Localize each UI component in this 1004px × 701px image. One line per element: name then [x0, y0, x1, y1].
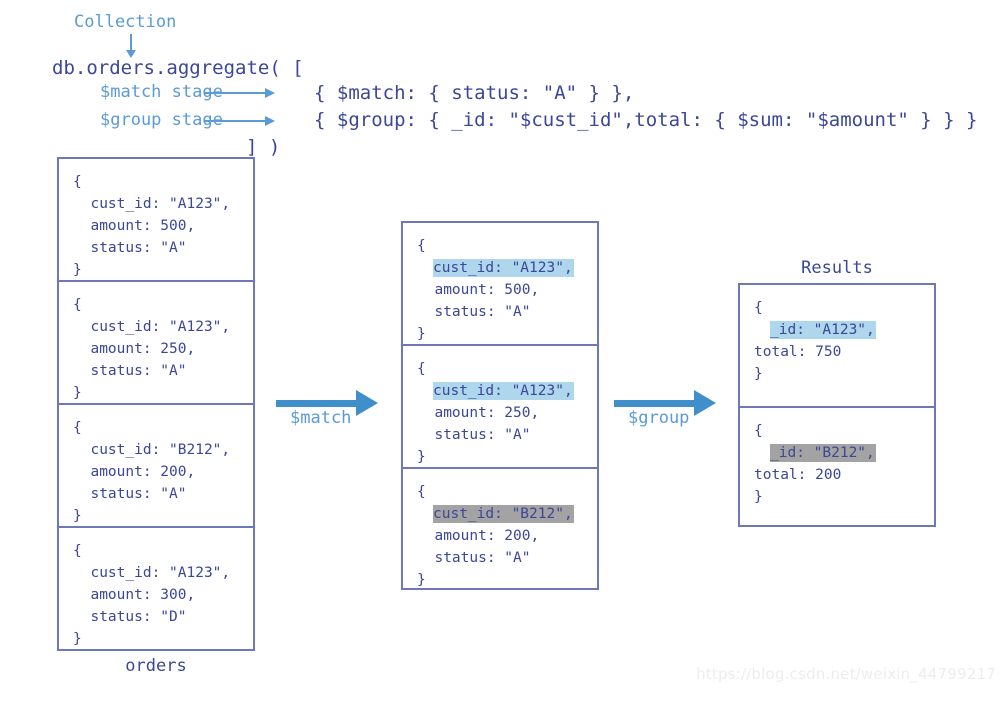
results-column: { _id: "A123", total: 750 } { _id: "B212… [738, 283, 936, 527]
doc-close-brace: } [73, 508, 82, 524]
doc-open-brace: { [754, 423, 763, 439]
group-stage-connector-arrow-icon [204, 116, 275, 126]
watermark: https://blog.csdn.net/weixin_44799217 [696, 665, 996, 683]
doc-amount: amount: 200, [73, 464, 196, 480]
doc-status: status: "A" [73, 486, 187, 502]
group-stage-code: { $group: { _id: "$cust_id",total: { $su… [314, 109, 978, 131]
match-stage-connector-arrow-icon [204, 88, 275, 98]
doc-close-brace: } [417, 449, 426, 465]
doc-cust-id-highlighted: cust_id: "B212", [433, 505, 574, 523]
doc-amount: amount: 200, [417, 528, 540, 544]
doc-cust-id-highlighted: cust_id: "A123", [433, 259, 574, 277]
list-item: { cust_id: "A123", amount: 250, status: … [403, 346, 597, 469]
doc-close-brace: } [417, 326, 426, 342]
doc-open-brace: { [73, 420, 82, 436]
order-document-0: { cust_id: "A123", amount: 500, status: … [73, 171, 230, 281]
doc-open-brace: { [73, 297, 82, 313]
match-arrow-shaft [276, 400, 358, 407]
doc-status: status: "A" [73, 363, 187, 379]
doc-open-brace: { [417, 238, 426, 254]
doc-status: status: "A" [417, 304, 531, 320]
doc-close-brace: } [417, 572, 426, 588]
doc-close-brace: } [754, 489, 763, 505]
doc-close-brace: } [73, 631, 82, 647]
orders-collection-column: { cust_id: "A123", amount: 500, status: … [57, 157, 255, 651]
list-item: { cust_id: "A123", amount: 500, status: … [59, 159, 253, 282]
match-stage-code: { $match: { status: "A" } }, [314, 82, 635, 104]
doc-status: status: "A" [417, 550, 531, 566]
matched-documents-column: { cust_id: "A123", amount: 500, status: … [401, 221, 599, 590]
doc-total: total: 200 [754, 467, 842, 483]
doc-cust-id-highlighted: cust_id: "A123", [433, 382, 574, 400]
doc-close-brace: } [73, 262, 82, 278]
group-arrow-shaft [614, 400, 696, 407]
result-document-1: { _id: "B212", total: 200 } [754, 420, 876, 508]
doc-open-brace: { [754, 300, 763, 316]
doc-status: status: "A" [417, 427, 531, 443]
matched-document-1: { cust_id: "A123", amount: 250, status: … [417, 358, 574, 468]
doc-close-brace: } [754, 366, 763, 382]
doc-close-brace: } [73, 385, 82, 401]
doc-open-brace: { [73, 174, 82, 190]
doc-amount: amount: 250, [73, 341, 196, 357]
collection-down-arrow-icon [126, 34, 136, 58]
list-item: { _id: "B212", total: 200 } [740, 408, 934, 527]
doc-status: status: "D" [73, 609, 187, 625]
matched-document-0: { cust_id: "A123", amount: 500, status: … [417, 235, 574, 345]
result-document-0: { _id: "A123", total: 750 } [754, 297, 876, 385]
order-document-3: { cust_id: "A123", amount: 300, status: … [73, 540, 230, 650]
aggregate-call-line: db.orders.aggregate( [ [52, 57, 304, 79]
doc-cust-id: cust_id: "B212", [73, 442, 231, 458]
doc-status: status: "A" [73, 240, 187, 256]
doc-cust-id: cust_id: "A123", [73, 565, 231, 581]
match-arrow-label: $match [290, 408, 352, 428]
doc-amount: amount: 500, [73, 218, 196, 234]
orders-caption: orders [125, 656, 187, 676]
doc-open-brace: { [417, 484, 426, 500]
doc-cust-id: cust_id: "A123", [73, 196, 231, 212]
collection-label: Collection [74, 12, 177, 32]
order-document-1: { cust_id: "A123", amount: 250, status: … [73, 294, 230, 404]
list-item: { cust_id: "B212", amount: 200, status: … [403, 469, 597, 588]
order-document-2: { cust_id: "B212", amount: 200, status: … [73, 417, 230, 527]
doc-id-highlighted: _id: "A123", [770, 321, 876, 339]
doc-id-highlighted: _id: "B212", [770, 444, 876, 462]
results-caption: Results [801, 258, 873, 278]
doc-open-brace: { [73, 543, 82, 559]
match-arrow-head-icon [356, 390, 378, 416]
doc-cust-id: cust_id: "A123", [73, 319, 231, 335]
doc-open-brace: { [417, 361, 426, 377]
list-item: { cust_id: "A123", amount: 300, status: … [59, 528, 253, 649]
doc-amount: amount: 250, [417, 405, 540, 421]
doc-amount: amount: 500, [417, 282, 540, 298]
group-arrow-label: $group [628, 408, 690, 428]
list-item: { _id: "A123", total: 750 } [740, 285, 934, 408]
list-item: { cust_id: "A123", amount: 500, status: … [403, 223, 597, 346]
list-item: { cust_id: "B212", amount: 200, status: … [59, 405, 253, 528]
list-item: { cust_id: "A123", amount: 250, status: … [59, 282, 253, 405]
doc-amount: amount: 300, [73, 587, 196, 603]
matched-document-2: { cust_id: "B212", amount: 200, status: … [417, 481, 574, 591]
group-arrow-head-icon [694, 390, 716, 416]
doc-total: total: 750 [754, 344, 842, 360]
